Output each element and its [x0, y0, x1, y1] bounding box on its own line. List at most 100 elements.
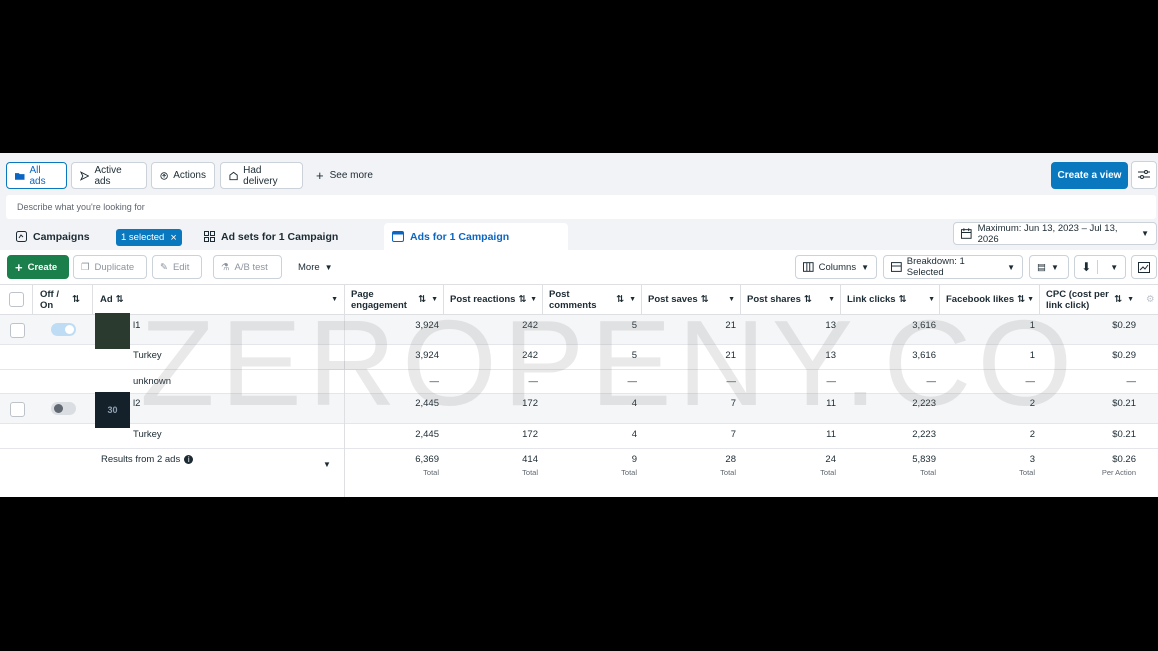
create-view-button[interactable]: Create a view: [1051, 162, 1128, 189]
sort-icon[interactable]: ⇅: [1114, 294, 1122, 305]
chevron-down-icon[interactable]: ▼: [1027, 294, 1034, 305]
row-checkbox[interactable]: [10, 323, 25, 338]
columns-button[interactable]: Columns ▼: [795, 255, 877, 279]
table-row[interactable]: Turkey 3,924 242 5 21 13 3,616 1 $0.29: [0, 345, 1158, 370]
total-caption: Total: [522, 468, 538, 477]
plus-icon: +: [15, 259, 23, 275]
create-button[interactable]: + Create: [7, 255, 69, 279]
info-icon[interactable]: i: [184, 455, 194, 464]
results-summary: Results from 2 ads i: [101, 454, 194, 465]
see-more-button[interactable]: + See more: [316, 162, 373, 189]
delivery-toggle[interactable]: [51, 323, 76, 336]
table-row[interactable]: unknown — — — — — — — —: [0, 370, 1158, 394]
tab-ad-sets-label: Ad sets for 1 Campaign: [221, 230, 339, 243]
duplicate-label: Duplicate: [94, 261, 135, 273]
selected-pill[interactable]: 1 selected ×: [116, 229, 182, 246]
total-caption: Total: [720, 468, 736, 477]
header-post-saves[interactable]: Post saves ⇅ ▼: [643, 284, 740, 315]
search-input[interactable]: Describe what you're looking for: [6, 195, 1156, 219]
all-ads-label: All ads: [29, 164, 46, 187]
sort-icon[interactable]: ⇅: [616, 294, 624, 305]
chevron-down-icon[interactable]: ▼: [431, 294, 438, 305]
chevron-down-icon[interactable]: ▼: [331, 294, 338, 305]
chevron-down-icon: ▼: [1007, 262, 1015, 272]
total-caption: Total: [621, 468, 637, 477]
report-icon: ▤: [1037, 261, 1046, 273]
ad-thumbnail[interactable]: 30: [95, 392, 130, 428]
sort-icon[interactable]: ⇅: [72, 294, 80, 305]
table-row[interactable]: 30 l2 2,445 172 4 7 11 2,223 2 $0.21: [0, 392, 1158, 428]
header-link-clicks[interactable]: Link clicks ⇅ ▼: [842, 284, 940, 315]
totals-row: Results from 2 ads i ▼ 6,369 414 9 28 24…: [0, 449, 1158, 497]
actions-icon: [160, 171, 168, 180]
more-button[interactable]: More ▼: [291, 255, 341, 279]
chevron-down-icon[interactable]: ▼: [530, 294, 537, 305]
sort-icon[interactable]: ⇅: [116, 294, 124, 305]
duplicate-button[interactable]: ❐ Duplicate: [73, 255, 147, 279]
header-cpc[interactable]: CPC (cost per link click) ⇅ ▼: [1041, 284, 1139, 315]
col-divider: [32, 284, 33, 315]
sort-icon[interactable]: ⇅: [518, 294, 526, 305]
chevron-down-icon[interactable]: ▼: [629, 294, 636, 305]
chevron-down-icon[interactable]: ▼: [1127, 294, 1134, 305]
col-divider: [542, 284, 543, 315]
settings-button[interactable]: [1131, 161, 1157, 189]
had-delivery-label: Had delivery: [243, 164, 278, 187]
reports-button[interactable]: ▤ ▼: [1029, 255, 1069, 279]
ab-test-button[interactable]: ⚗ A/B test: [213, 255, 282, 279]
chevron-down-icon[interactable]: ▼: [928, 294, 935, 305]
date-range-picker[interactable]: Maximum: Jun 13, 2023 – Jul 13, 2026 ▼: [953, 222, 1157, 245]
row-checkbox[interactable]: [10, 402, 25, 417]
sort-icon[interactable]: ⇅: [804, 294, 812, 305]
all-ads-chip[interactable]: All ads: [6, 162, 67, 189]
delivery-toggle[interactable]: [51, 402, 76, 415]
export-button[interactable]: ⬇ ▼: [1074, 255, 1126, 279]
tab-ads[interactable]: Ads for 1 Campaign: [384, 223, 568, 250]
toolbar: + Create ❐ Duplicate ✎ Edit ⚗ A/B test M…: [0, 253, 1158, 281]
header-facebook-likes[interactable]: Facebook likes ⇅ ▼: [941, 284, 1039, 315]
ad-name[interactable]: l2: [133, 398, 140, 409]
header-post-comments[interactable]: Post comments ⇅ ▼: [544, 284, 641, 315]
total-cpc: $0.26: [1112, 454, 1136, 465]
had-delivery-chip[interactable]: Had delivery: [220, 162, 303, 189]
table-row[interactable]: Turkey 2,445 172 4 7 11 2,223 2 $0.21: [0, 424, 1158, 449]
chevron-down-icon[interactable]: ▼: [728, 294, 735, 305]
column-settings-icon[interactable]: ⚙: [1141, 284, 1158, 315]
cell-cpc: $0.21: [1112, 398, 1136, 409]
header-page-engagement[interactable]: Page engagement ⇅ ▼: [346, 284, 443, 315]
col-divider: [740, 284, 741, 315]
cell-facebook-likes: 1: [1029, 350, 1035, 361]
tab-ad-sets[interactable]: Ad sets for 1 Campaign: [196, 223, 346, 250]
chevron-down-icon: ▼: [1110, 262, 1119, 272]
table-row[interactable]: l1 3,924 242 5 21 13 3,616 1 $0.29: [0, 313, 1158, 349]
select-all-checkbox[interactable]: [9, 292, 24, 307]
cell-post-comments: 4: [631, 429, 637, 440]
cell-cpc: $0.29: [1112, 320, 1136, 331]
cell-post-comments: 4: [631, 398, 637, 409]
header-ad[interactable]: Ad ⇅ ▼: [95, 284, 343, 315]
ad-thumbnail[interactable]: [95, 313, 130, 349]
close-icon[interactable]: ×: [170, 232, 176, 244]
header-post-reactions[interactable]: Post reactions ⇅ ▼: [445, 284, 542, 315]
header-off-on[interactable]: Off / On ⇅: [35, 284, 85, 315]
breakdown-button[interactable]: Breakdown: 1 Selected ▼: [883, 255, 1023, 279]
active-ads-chip[interactable]: Active ads: [71, 162, 147, 189]
cell-post-comments: —: [627, 376, 638, 387]
actions-chip[interactable]: Actions: [151, 162, 215, 189]
level-tabs: Campaigns 1 selected × Ad sets for 1 Cam…: [0, 221, 1158, 250]
sort-icon[interactable]: ⇅: [418, 294, 426, 305]
sort-icon[interactable]: ⇅: [701, 294, 709, 305]
ad-name[interactable]: l1: [133, 320, 140, 331]
sort-icon[interactable]: ⇅: [1017, 294, 1025, 305]
sort-icon[interactable]: ⇅: [899, 294, 907, 305]
tab-campaigns[interactable]: Campaigns: [8, 223, 98, 250]
chevron-down-icon[interactable]: ▼: [323, 460, 331, 469]
chevron-down-icon[interactable]: ▼: [828, 294, 835, 305]
edit-button[interactable]: ✎ Edit: [152, 255, 202, 279]
cell-post-comments: 5: [631, 320, 637, 331]
charts-button[interactable]: [1131, 255, 1157, 279]
cell-post-reactions: 172: [522, 429, 538, 440]
total-page-engagement: 6,369: [415, 454, 439, 465]
header-facebook-likes-label: Facebook likes: [946, 294, 1015, 305]
header-post-shares[interactable]: Post shares ⇅ ▼: [742, 284, 840, 315]
